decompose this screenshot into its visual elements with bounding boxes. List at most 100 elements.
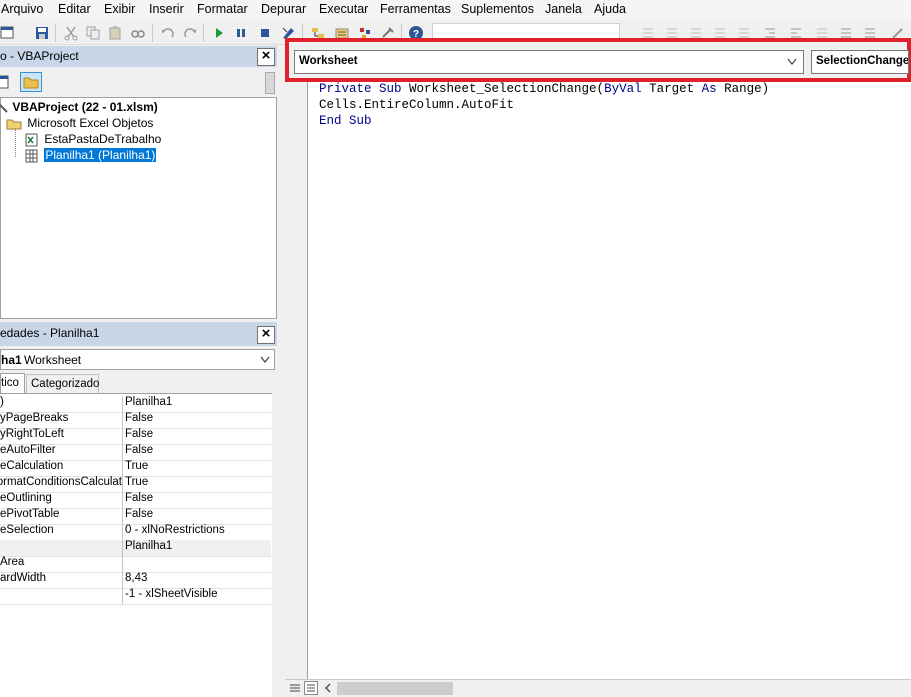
property-row[interactable]: eSelection 0 - xlNoRestrictions <box>0 524 271 541</box>
view-object-icon[interactable] <box>0 74 10 90</box>
property-row[interactable]: eOutlining False <box>0 492 271 509</box>
cut-icon[interactable] <box>63 25 79 41</box>
menu-executar[interactable]: Executar <box>319 2 368 16</box>
object-combo[interactable]: Worksheet <box>294 50 804 74</box>
menu-exibir[interactable]: Exibir <box>104 2 135 16</box>
property-row[interactable]: ) Planilha1 <box>0 396 271 413</box>
worksheet-icon <box>25 149 38 163</box>
redo-icon[interactable] <box>182 25 198 41</box>
paste-icon[interactable] <box>107 25 123 41</box>
menu-arquivo[interactable]: Arquivo <box>1 2 43 16</box>
undo-icon[interactable] <box>160 25 176 41</box>
horizontal-scrollbar-thumb[interactable] <box>337 682 453 695</box>
tree-root-label: VBAProject (22 - 01.xlsm) <box>12 100 158 114</box>
code-window: Worksheet SelectionChange Private Sub Wo… <box>285 38 911 697</box>
property-value: -1 - xlSheetVisible <box>125 588 218 600</box>
code-bottom-bar <box>285 679 911 697</box>
full-module-view-icon[interactable] <box>304 681 318 695</box>
chevron-down-icon <box>260 356 270 363</box>
tree-folder-excel-objects[interactable]: Microsoft Excel Objetos <box>6 116 153 131</box>
object-selector-type: Worksheet <box>24 353 82 367</box>
property-row[interactable]: yRightToLeft False <box>0 428 271 445</box>
code-line-2: Cells.EntireColumn.AutoFit <box>319 98 515 112</box>
project-explorer-title: o - VBAProject <box>0 49 79 63</box>
code-line-1: Private Sub Worksheet_SelectionChange(By… <box>319 82 770 96</box>
procedure-combo[interactable]: SelectionChange <box>811 50 909 74</box>
property-row[interactable]: ardWidth 8,43 <box>0 572 271 589</box>
property-row[interactable]: eAutoFilter False <box>0 444 271 461</box>
menu-formatar[interactable]: Formatar <box>197 2 248 16</box>
property-value: 8,43 <box>125 572 148 584</box>
property-name: eAutoFilter <box>0 444 56 456</box>
tree-item-label: EstaPastaDeTrabalho <box>44 132 162 146</box>
property-name: ardWidth <box>0 572 47 584</box>
property-value: Planilha1 <box>125 396 173 408</box>
object-selector-name: ha1 <box>1 353 22 367</box>
property-row[interactable]: eCalculation True <box>0 460 271 477</box>
property-row[interactable]: yPageBreaks False <box>0 412 271 429</box>
property-value: False <box>125 492 154 504</box>
tab-categorized[interactable]: Categorizado <box>26 374 99 393</box>
property-value: False <box>125 508 154 520</box>
properties-header: edades - Planilha1 × <box>0 322 277 346</box>
property-name: yRightToLeft <box>0 428 64 440</box>
tree-folder-label: Microsoft Excel Objetos <box>27 116 154 130</box>
find-icon[interactable] <box>130 25 146 41</box>
property-name: yPageBreaks <box>0 412 69 424</box>
menu-inserir[interactable]: Inserir <box>149 2 184 16</box>
menu-bar: Arquivo Editar Exibir Inserir Formatar D… <box>0 0 911 20</box>
code-line-3: End Sub <box>319 114 372 128</box>
pane-splitter[interactable] <box>277 46 285 697</box>
properties-grid: ) Planilha1 yPageBreaks False yRightToLeft… <box>0 393 272 697</box>
property-name: eCalculation <box>0 460 64 472</box>
tab-alphabetic[interactable]: tico <box>0 373 25 393</box>
excel-workbook-icon <box>25 133 38 147</box>
view-excel-icon[interactable] <box>0 25 16 41</box>
procedure-combo-value: SelectionChange <box>816 55 909 67</box>
property-name: eSelection <box>0 524 54 536</box>
menu-janela[interactable]: Janela <box>545 2 582 16</box>
chevron-down-icon <box>787 58 797 65</box>
tree-root[interactable]: VBAProject (22 - 01.xlsm) <box>0 100 158 114</box>
property-row[interactable]: Planilha1 <box>0 540 271 557</box>
property-value: 0 - xlNoRestrictions <box>125 524 225 536</box>
property-row[interactable]: Area <box>0 556 271 573</box>
close-properties-button[interactable]: × <box>257 326 275 344</box>
reset-icon[interactable] <box>257 25 273 41</box>
menu-editar[interactable]: Editar <box>58 2 91 16</box>
tab-categorized-label: Categorizado <box>31 378 100 390</box>
property-value: False <box>125 428 154 440</box>
object-selector-dropdown[interactable]: ha1 Worksheet <box>0 349 275 370</box>
copy-icon[interactable] <box>85 25 101 41</box>
menu-ferramentas[interactable]: Ferramentas <box>380 2 451 16</box>
menu-suplementos[interactable]: Suplementos <box>461 2 534 16</box>
menu-ajuda[interactable]: Ajuda <box>594 2 626 16</box>
break-icon[interactable] <box>233 25 249 41</box>
run-icon[interactable] <box>211 25 227 41</box>
code-editor[interactable]: Private Sub Worksheet_SelectionChange(By… <box>307 82 911 679</box>
toggle-folders-icon[interactable] <box>20 72 42 92</box>
explorer-scroll-handle[interactable] <box>265 72 275 94</box>
property-name: eFormatConditionsCalculat <box>0 476 122 488</box>
project-explorer-header: o - VBAProject × <box>0 46 277 67</box>
save-icon[interactable] <box>34 25 50 41</box>
property-name: ) <box>0 396 4 408</box>
property-row[interactable]: -1 - xlSheetVisible <box>0 588 271 605</box>
menu-depurar[interactable]: Depurar <box>261 2 306 16</box>
tree-item-workbook[interactable]: EstaPastaDeTrabalho <box>23 132 161 147</box>
tab-alphabetic-label: tico <box>1 377 19 389</box>
project-explorer-toolbar <box>0 68 277 96</box>
property-value: True <box>125 476 149 488</box>
property-value: False <box>125 412 154 424</box>
project-tree: VBAProject (22 - 01.xlsm) Microsoft Exce… <box>0 97 277 319</box>
tree-item-sheet[interactable]: Planilha1 (Planilha1) <box>23 148 157 163</box>
project-icon <box>0 103 8 113</box>
close-project-explorer-button[interactable]: × <box>257 48 275 66</box>
procedure-view-icon[interactable] <box>289 682 301 694</box>
object-combo-value: Worksheet <box>299 55 358 67</box>
scroll-left-icon[interactable] <box>323 682 333 694</box>
margin-indicator-bar[interactable] <box>285 82 307 679</box>
property-row[interactable]: ePivotTable False <box>0 508 271 525</box>
property-row[interactable]: eFormatConditionsCalculatTrue <box>0 476 271 493</box>
tree-item-label-selected: Planilha1 (Planilha1) <box>44 148 157 162</box>
